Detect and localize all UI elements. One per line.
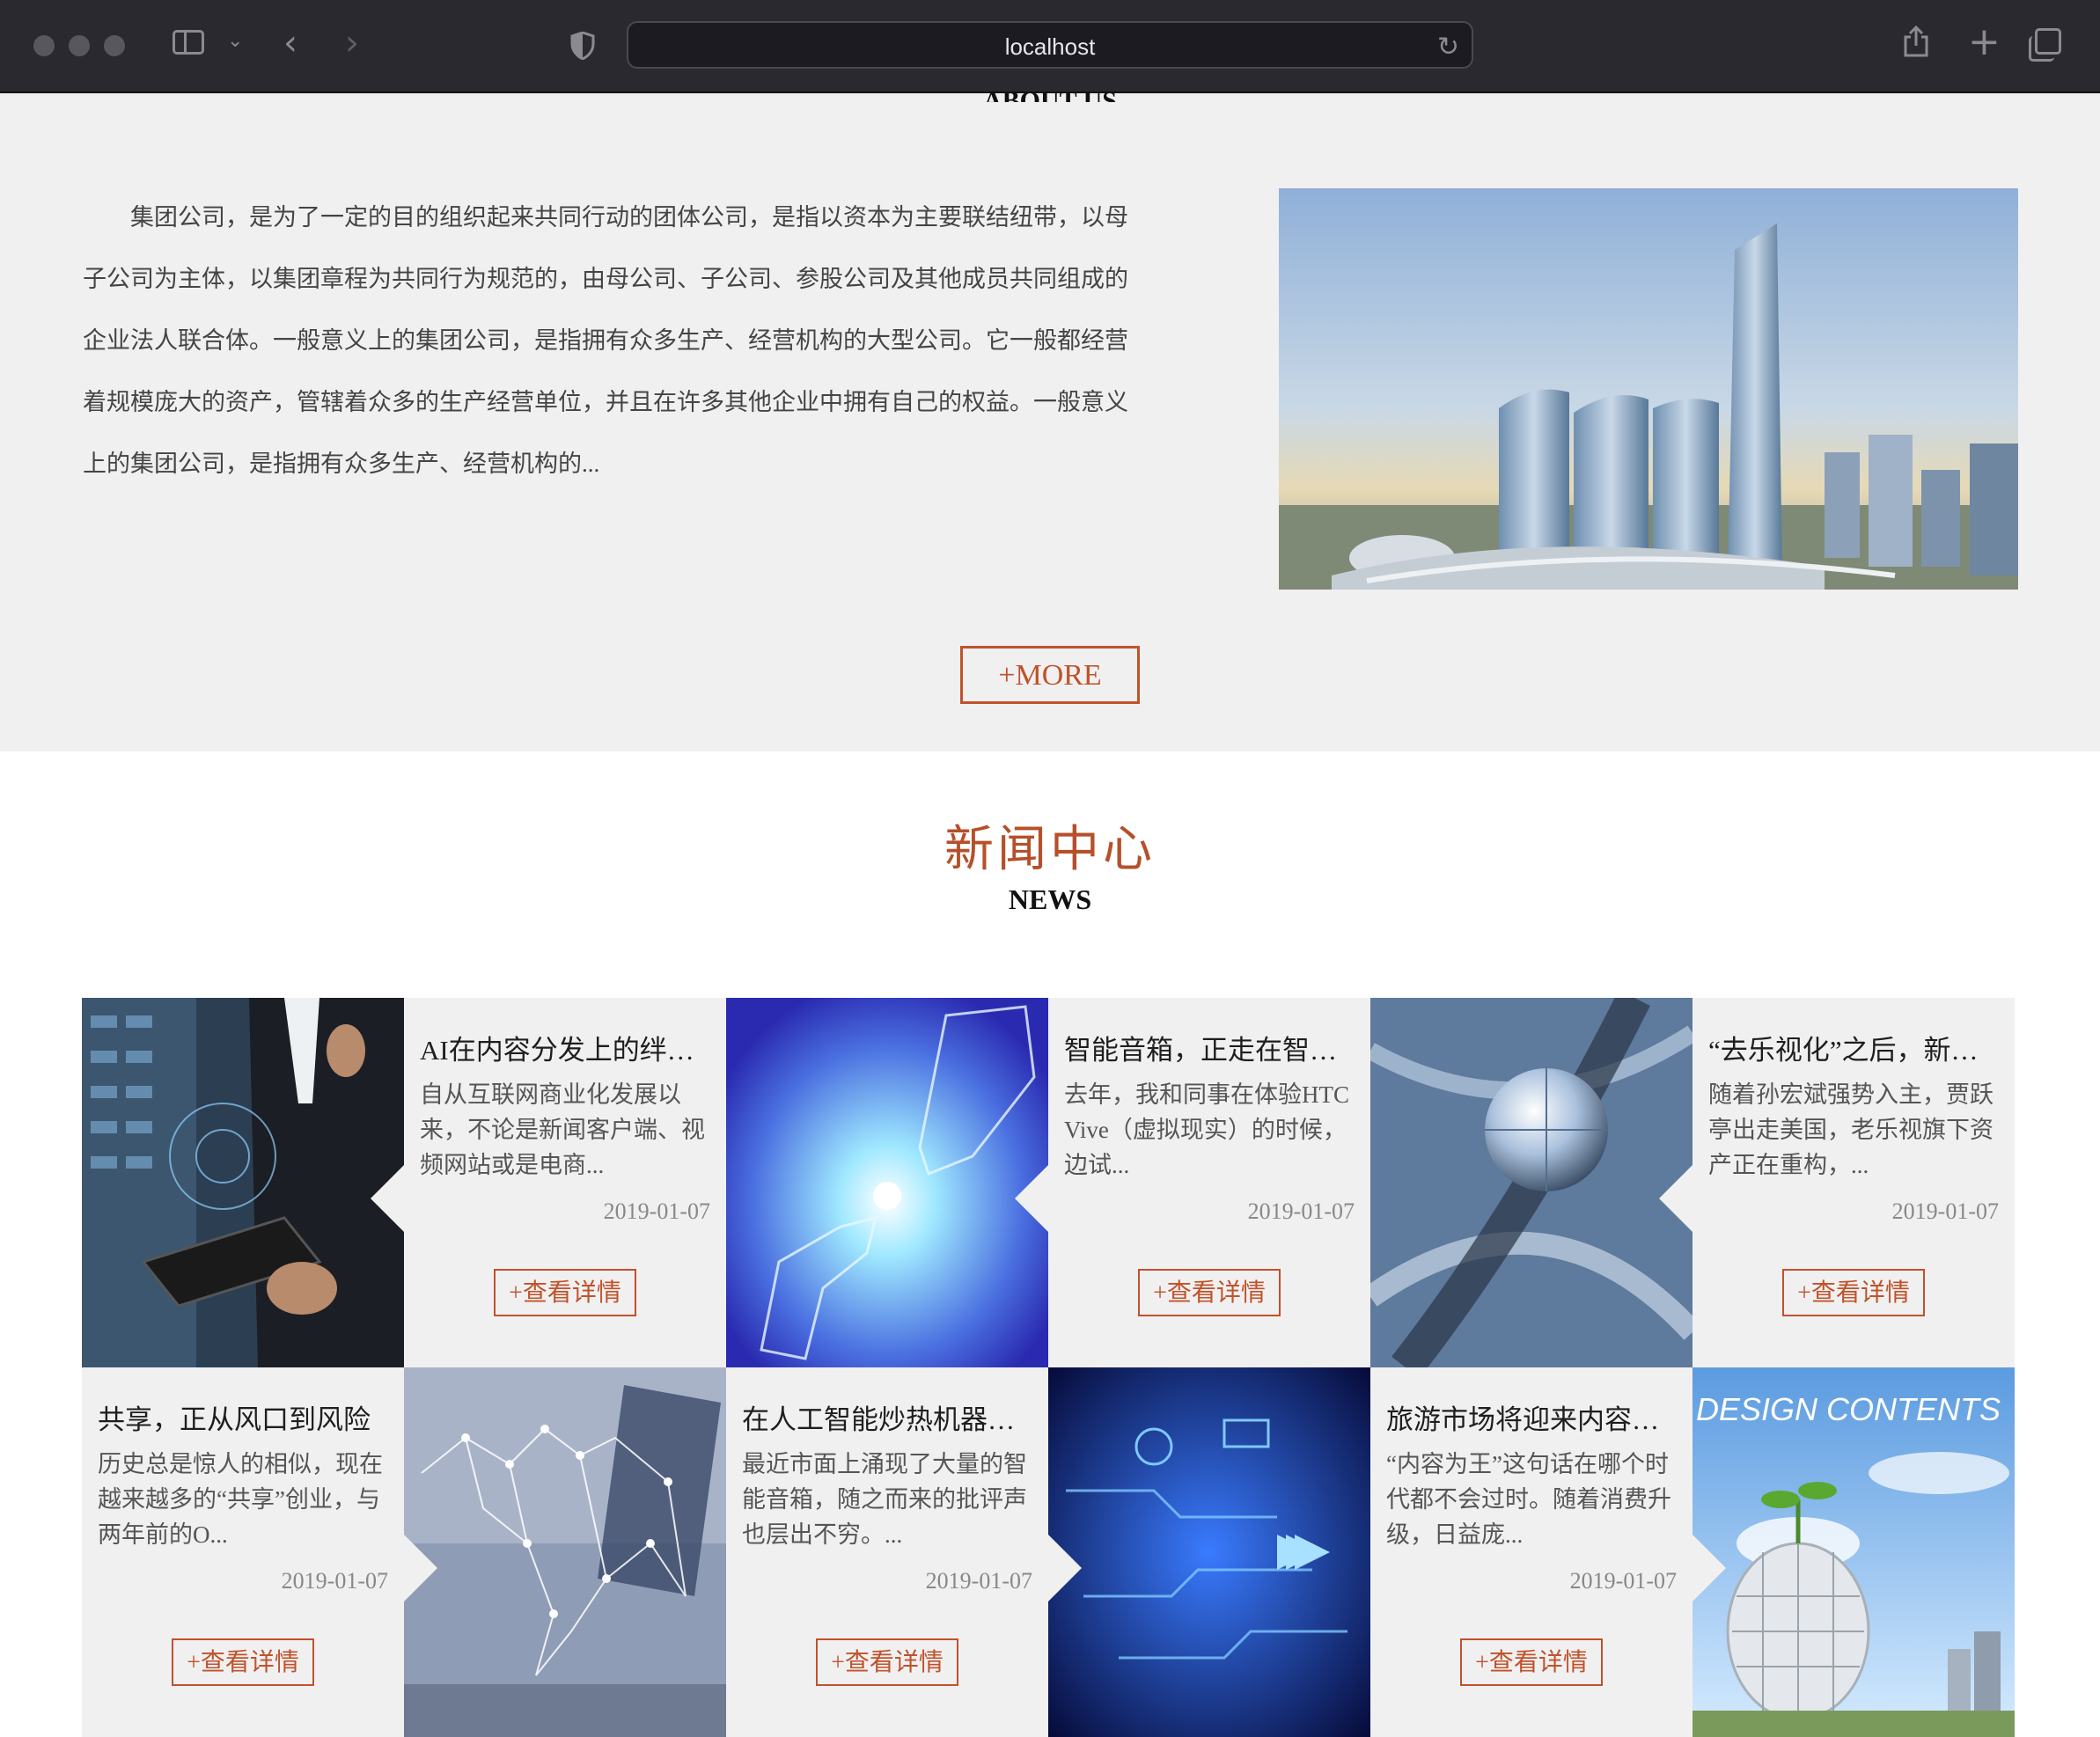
news-card-title[interactable]: 在人工智能炒热机器人之后 (742, 1403, 1032, 1438)
news-card-title[interactable]: 智能音箱，正走在智能化的路上 (1064, 1033, 1355, 1068)
news-image-world-network[interactable] (404, 1367, 726, 1737)
url-text: localhost (1004, 33, 1096, 60)
news-card-title[interactable]: AI在内容分发上的绊脚石 (420, 1033, 710, 1068)
about-text: 集团公司，是为了一定的目的组织起来共同行动的团体公司，是指以资本为主要联结纽带，… (83, 204, 1128, 477)
window-minimize-button[interactable] (69, 35, 90, 56)
news-subtitle: NEWS (1008, 883, 1092, 915)
about-title: ABOUT US (983, 86, 1117, 102)
news-card-date: 2019-01-07 (1247, 1198, 1355, 1224)
forward-icon[interactable]: › (345, 23, 359, 63)
chevron-down-icon[interactable]: ⌄ (227, 30, 243, 52)
about-building-image (1279, 188, 2018, 590)
more-button[interactable]: +MORE (960, 646, 1140, 704)
view-details-button[interactable]: +查看详情 (816, 1638, 958, 1686)
news-card-date: 2019-01-07 (925, 1568, 1032, 1594)
news-card-summary: 历史总是惊人的相似，现在越来越多的“共享”创业，与两年前的O... (98, 1451, 383, 1548)
news-image-digital-hands[interactable] (726, 998, 1048, 1367)
news-image-business-tablet[interactable] (82, 998, 404, 1367)
news-card-title[interactable]: 旅游市场将迎来内容营销时代 (1386, 1403, 1677, 1438)
view-details-button[interactable]: +查看详情 (172, 1638, 314, 1686)
shield-icon[interactable] (570, 32, 595, 60)
tab-overview-icon[interactable] (2029, 28, 2061, 62)
address-bar[interactable]: localhost ↻ (627, 21, 1473, 69)
news-grid: AI在内容分发上的绊脚石 自从互联网商业化发展以来，不论是新闻客户端、视频网站或… (82, 998, 2015, 1737)
news-card: 智能音箱，正走在智能化的路上 去年，我和同事在体验HTC Vive（虚拟现实）的… (1015, 998, 1370, 1367)
sidebar-toggle-icon[interactable] (173, 30, 204, 55)
news-title: 新闻中心 (944, 823, 1156, 877)
news-card-summary: “内容为王”这句话在哪个时代都不会过时。随着消费升级，日益庞... (1386, 1451, 1671, 1548)
about-section: ABOUT US 集团公司，是为了一定的目的组织起来共同行动的团体公司，是指以资… (0, 86, 2100, 751)
view-details-button[interactable]: +查看详情 (1460, 1638, 1603, 1686)
news-card-title[interactable]: “去乐视化”之后，新乐视何去何从 (1708, 1033, 1999, 1068)
view-details-button[interactable]: +查看详情 (494, 1269, 636, 1316)
window-zoom-button[interactable] (104, 35, 125, 56)
news-card-summary: 最近市面上涌现了大量的智能音箱，随之而来的批评声也层出不穷。... (742, 1451, 1027, 1548)
news-card-date: 2019-01-07 (603, 1198, 710, 1224)
window-close-button[interactable] (33, 35, 55, 56)
view-details-button[interactable]: +查看详情 (1138, 1269, 1281, 1316)
news-card-title[interactable]: 共享，正从风口到风险 (98, 1403, 388, 1438)
new-tab-icon[interactable]: + (1968, 19, 2001, 64)
news-card-summary: 自从互联网商业化发展以来，不论是新闻客户端、视频网站或是电商... (420, 1081, 705, 1178)
news-image-design-contents[interactable]: DESIGN CONTENTS (1692, 1367, 2015, 1737)
reload-icon[interactable]: ↻ (1437, 32, 1459, 62)
news-card: 共享，正从风口到风险 历史总是惊人的相似，现在越来越多的“共享”创业，与两年前的… (82, 1367, 437, 1737)
news-card: “去乐视化”之后，新乐视何去何从 随着孙宏斌强势入主，贾跃亭出走美国，老乐视旗下… (1659, 998, 2015, 1367)
news-image-tech-circuit[interactable] (1048, 1367, 1370, 1737)
news-image-globe[interactable] (1370, 998, 1692, 1367)
news-card-summary: 随着孙宏斌强势入主，贾跃亭出走美国，老乐视旗下资产正在重构，... (1708, 1081, 1994, 1178)
news-card: 旅游市场将迎来内容营销时代 “内容为王”这句话在哪个时代都不会过时。随着消费升级… (1370, 1367, 1726, 1737)
view-details-button[interactable]: +查看详情 (1782, 1269, 1925, 1316)
news-card: AI在内容分发上的绊脚石 自从互联网商业化发展以来，不论是新闻客户端、视频网站或… (371, 998, 726, 1367)
news-card-summary: 去年，我和同事在体验HTC Vive（虚拟现实）的时候，边试... (1064, 1081, 1349, 1178)
news-card-date: 2019-01-07 (281, 1568, 388, 1594)
news-card: 在人工智能炒热机器人之后 最近市面上涌现了大量的智能音箱，随之而来的批评声也层出… (726, 1367, 1082, 1737)
news-card-date: 2019-01-07 (1891, 1198, 1999, 1224)
back-icon[interactable]: ‹ (283, 23, 297, 63)
design-contents-text: DESIGN CONTENTS (1696, 1391, 2001, 1427)
share-icon[interactable] (1903, 25, 1929, 58)
news-card-date: 2019-01-07 (1569, 1568, 1677, 1594)
